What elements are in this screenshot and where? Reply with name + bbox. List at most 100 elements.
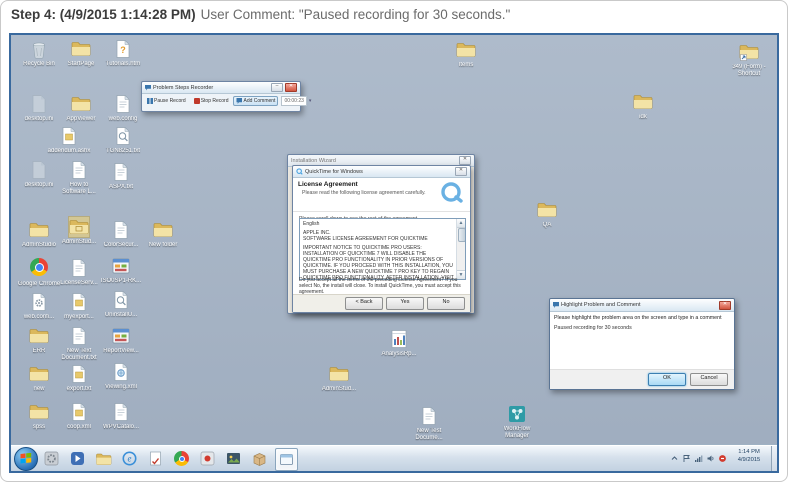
back-button[interactable]: < Back — [345, 297, 383, 310]
taskbar-button-steps-recorder[interactable] — [41, 448, 62, 469]
desktop-icon-colorsecur[interactable]: ColorSecur... — [99, 219, 143, 249]
desktop-icon-new[interactable]: new — [17, 363, 61, 393]
tray-action-center-flag-icon[interactable] — [682, 454, 691, 463]
quicktime-installer-window: QuickTime for Windows ✕ License Agreemen… — [292, 165, 471, 313]
show-desktop-button[interactable] — [771, 446, 777, 471]
desktop-icon-startpage[interactable]: StartPage — [59, 38, 103, 68]
taskbar-button-installer-package[interactable] — [249, 448, 270, 469]
desktop-icon-label: New Test Docume... — [407, 428, 451, 442]
taskbar-clock[interactable]: 1:14 PM 4/9/2015 — [729, 448, 769, 464]
desktop-icon-label: New Text Document.txt — [57, 348, 101, 362]
desktop-icon-tgn8251-txt[interactable]: TGN8251.txt — [101, 125, 145, 155]
svg-text:e: e — [128, 454, 132, 464]
desktop-icon-export-txt[interactable]: export.txt — [57, 363, 101, 393]
desktop-icon-label: Google Chrome — [17, 281, 61, 288]
desktop-icon-addendum-ashx[interactable]: addendum.ashx — [47, 125, 91, 155]
doc-icon — [110, 219, 132, 241]
desktop-icon-iso0sp1-rk[interactable]: ISO0SP1-RK... — [99, 255, 143, 285]
taskbar-button-document-viewer[interactable] — [145, 448, 166, 469]
taskbar-button-google-chrome[interactable] — [171, 448, 192, 469]
desktop-icon-desktop-ini[interactable]: desktop.ini — [17, 159, 61, 189]
wizard-close-icon[interactable]: ✕ — [459, 156, 471, 165]
tray-volume-icon[interactable] — [706, 454, 715, 463]
desktop-icon-recycle-bin[interactable]: Recycle Bin — [17, 38, 61, 68]
close-icon[interactable]: ✕ — [719, 301, 731, 310]
scroll-up-icon[interactable]: ▲ — [457, 219, 465, 228]
folder-icon — [536, 199, 558, 221]
taskbar-button-photo-viewer[interactable] — [223, 448, 244, 469]
desktop-icon-analysisrp[interactable]: AnalysisRp... — [377, 328, 421, 358]
desktop-icon-reportview[interactable]: ReportView... — [99, 325, 143, 355]
desktop-icon-adminstudio[interactable]: AdminStudio — [17, 219, 61, 249]
psr-minimize-icon[interactable]: – — [271, 83, 283, 92]
desktop-icon-tutorials-htm[interactable]: ?Tutorials.htm — [101, 38, 145, 68]
taskbar-button-internet-explorer[interactable]: e — [119, 448, 140, 469]
chevron-down-icon[interactable]: ▾ — [309, 98, 312, 104]
desktop-icon-err[interactable]: ERR — [17, 325, 61, 355]
desktop-icon-label: addendum.ashx — [47, 148, 91, 155]
doc-search-icon — [112, 125, 134, 147]
desktop-icon-label: ColorSecur... — [99, 242, 143, 249]
desktop-icon-new-test-docume[interactable]: New Test Docume... — [407, 405, 451, 442]
desktop-icon-workflow-manager[interactable]: WorkFlow Manager — [495, 403, 539, 440]
license-scrollbar[interactable]: ▲ ▼ — [456, 219, 465, 279]
quicktime-title: QuickTime for Windows — [305, 169, 453, 175]
start-button[interactable] — [14, 447, 38, 471]
psr-titlebar: Problem Steps Recorder – ✕ — [142, 82, 300, 94]
folder-icon — [28, 363, 50, 385]
desktop-icon-myexport[interactable]: myexport... — [57, 291, 101, 321]
quicktime-close-icon[interactable]: ✕ — [455, 167, 467, 176]
desktop-icon-349-form-shortcut[interactable]: 349 (Form) - Shortcut — [727, 41, 771, 78]
desktop-icon-items[interactable]: Items — [444, 39, 488, 69]
desktop-icon-label: LicenseServ... — [57, 280, 101, 287]
folder-icon — [70, 38, 92, 60]
desktop-icon-appviewer[interactable]: AppViewer — [59, 93, 103, 123]
desktop-icon-adminstud[interactable]: AdminStud... — [317, 363, 361, 393]
tray-network-icon[interactable] — [694, 454, 703, 463]
tray-recording-status-icon[interactable] — [718, 454, 727, 463]
desktop-icon-desktop-ini[interactable]: desktop.ini — [17, 93, 61, 123]
desktop-icon-new-text-document-txt[interactable]: New Text Document.txt — [57, 325, 101, 362]
add-comment-button[interactable]: Add Comment — [233, 96, 278, 106]
pause-record-button[interactable]: Pause Record — [144, 96, 189, 106]
doc-icon — [68, 325, 90, 347]
desktop-icon-coop-xml[interactable]: coop.xml — [57, 401, 101, 431]
system-tray — [670, 446, 727, 471]
ok-button[interactable]: OK — [648, 373, 686, 386]
license-textbox[interactable]: EnglishAPPLE INC.SOFTWARE LICENSE AGREEM… — [299, 218, 466, 280]
desktop-icon-spss[interactable]: spss — [17, 401, 61, 431]
desktop-icon-label: AnalysisRp... — [377, 351, 421, 358]
desktop-icon-wpvcatalo[interactable]: WPVCatalo... — [99, 401, 143, 431]
desktop-icon-web-config[interactable]: web.config — [101, 93, 145, 123]
desktop-icon-qa[interactable]: QA — [525, 199, 569, 229]
desktop-icon-label: TGN8251.txt — [101, 148, 145, 155]
no-button[interactable]: No — [427, 297, 465, 310]
comment-input[interactable]: Paused recording for 30 seconds — [550, 323, 734, 369]
taskbar-button-windows-explorer[interactable] — [93, 448, 114, 469]
desktop-icon-licenseserv[interactable]: LicenseServ... — [57, 257, 101, 287]
doc-icon — [68, 159, 90, 181]
desktop-icon-web-confi[interactable]: web.confi... — [17, 291, 61, 321]
stop-record-button[interactable]: Stop Record — [191, 96, 232, 106]
desktop-icon-uninstallu[interactable]: UninstallU... — [99, 289, 143, 319]
desktop-icon-new-folder[interactable]: New folder — [141, 219, 185, 249]
desktop-icon-how-to-software-l[interactable]: How to Software L... — [57, 159, 101, 196]
taskbar-button-recorder-app[interactable] — [197, 448, 218, 469]
desktop-icon-aspx-txt[interactable]: ASPX.txt — [99, 161, 143, 191]
desktop-icon-viewing-xml[interactable]: Viewing.xml — [99, 361, 143, 391]
cancel-button[interactable]: Cancel — [690, 373, 728, 386]
desktop-icon-idk[interactable]: idk — [621, 91, 665, 121]
desktop-icon-label: AdminStudio — [17, 242, 61, 249]
tray-show-hidden-icons-icon[interactable] — [670, 454, 679, 463]
taskbar-button-media-player[interactable] — [67, 448, 88, 469]
desktop-surface[interactable]: WorkFlow Manager New Test Docume... AdminS… — [11, 35, 777, 471]
scroll-thumb[interactable] — [458, 228, 466, 242]
doc-icon — [110, 161, 132, 183]
doc2-icon — [58, 125, 80, 147]
yes-button[interactable]: Yes — [386, 297, 424, 310]
taskbar-button-active-window[interactable] — [275, 448, 298, 471]
psr-close-icon[interactable]: ✕ — [285, 83, 297, 92]
desktop-icon-google-chrome[interactable]: Google Chrome — [17, 256, 61, 288]
comment-dialog-titlebar: Highlight Problem and Comment ✕ — [550, 299, 734, 312]
desktop-icon-adminstud[interactable]: AdminStud... — [57, 216, 101, 246]
